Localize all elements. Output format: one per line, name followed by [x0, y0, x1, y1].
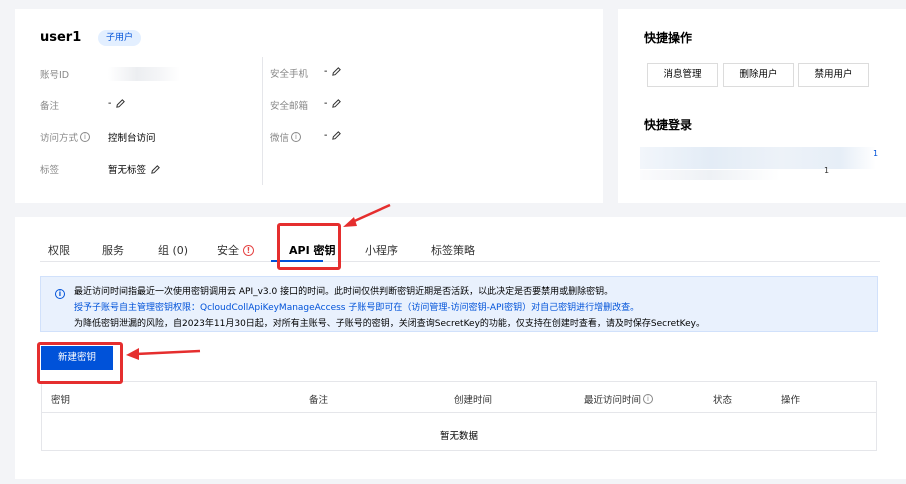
notice-line-3: 为降低密钥泄漏的风险，自2023年11月30日起，对所有主账号、子账号的密钥，关…: [74, 319, 705, 329]
wechat-value: -: [324, 130, 342, 141]
info-icon[interactable]: i: [291, 132, 302, 142]
tags-text: 暂无标签: [108, 165, 147, 176]
annotation-arrow-icon: [126, 348, 201, 360]
wechat-label: 微信 i: [270, 130, 302, 144]
tab-security-label: 安全: [217, 244, 239, 257]
column-divider: [262, 57, 263, 185]
tags-label: 标签: [40, 165, 60, 176]
column-header-last-access: 最近访问时间 i: [584, 392, 654, 406]
quick-login-link[interactable]: [640, 147, 876, 169]
empty-state-text: 暂无数据: [439, 431, 478, 442]
info-icon[interactable]: i: [643, 394, 654, 404]
security-phone-value: -: [324, 66, 342, 77]
account-id-value: [108, 67, 180, 81]
edit-tags-pencil-icon[interactable]: [150, 164, 161, 175]
tab-mini-program[interactable]: 小程序: [365, 242, 398, 258]
wechat-label-text: 微信: [270, 133, 290, 144]
tab-services[interactable]: 服务: [102, 242, 124, 258]
notice-line-2[interactable]: 授予子账号自主管理密钥权限：QcloudCollApiKeyManageAcce…: [74, 300, 639, 313]
quick-login-fragment-2: 1: [824, 166, 830, 175]
notice-line-1: 最近访问时间指最近一次使用密钥调用云 API_v3.0 接口的时间。此时间仅供判…: [74, 287, 614, 297]
username: user1: [40, 30, 82, 45]
column-header-actions: 操作: [781, 395, 801, 406]
user-info-card: user1 子用户 账号ID 备注 - 访问方式 i 控制台访问 标签 暂无标签…: [15, 9, 603, 203]
security-email-text: -: [324, 98, 328, 109]
account-id-label: 账号ID: [40, 70, 70, 81]
column-header-last-access-text: 最近访问时间: [584, 395, 642, 406]
message-management-button[interactable]: 消息管理: [647, 63, 718, 87]
tags-value: 暂无标签: [108, 162, 161, 176]
access-method-label: 访问方式 i: [40, 130, 91, 144]
edit-phone-pencil-icon[interactable]: [331, 66, 342, 77]
delete-user-button[interactable]: 删除用户: [723, 63, 794, 87]
tab-groups[interactable]: 组 (0): [158, 242, 188, 258]
access-method-value: 控制台访问: [108, 133, 156, 144]
subuser-badge: 子用户: [98, 30, 142, 46]
info-icon: i: [55, 289, 65, 299]
api-keys-table: 密钥 备注 创建时间 最近访问时间 i 状态 操作 暂无数据: [41, 381, 877, 451]
quick-login-title: 快捷登录: [644, 118, 693, 132]
annotation-box-create-button: [37, 342, 123, 384]
annotation-arrow-icon: [343, 203, 391, 227]
tab-bar: 权限 服务 组 (0) 安全 ! API 密钥 小程序 标签策略: [40, 237, 880, 262]
security-email-value: -: [324, 98, 342, 109]
tab-permissions[interactable]: 权限: [48, 242, 70, 258]
column-header-status: 状态: [713, 395, 733, 406]
wechat-text: -: [324, 130, 328, 141]
remark-text: -: [108, 98, 112, 109]
security-phone-text: -: [324, 66, 328, 77]
info-notice: i 最近访问时间指最近一次使用密钥调用云 API_v3.0 接口的时间。此时间仅…: [40, 276, 878, 332]
tab-tag-policy[interactable]: 标签策略: [431, 242, 475, 258]
edit-email-pencil-icon[interactable]: [331, 98, 342, 109]
security-email-label: 安全邮箱: [270, 101, 309, 112]
security-phone-label: 安全手机: [270, 69, 309, 80]
quick-actions-title: 快捷操作: [644, 31, 693, 45]
annotation-box-api-tab: [277, 223, 341, 270]
disable-user-button[interactable]: 禁用用户: [798, 63, 869, 87]
quick-login-subtext: [640, 170, 780, 180]
access-method-label-text: 访问方式: [40, 133, 79, 144]
edit-wechat-pencil-icon[interactable]: [331, 130, 342, 141]
column-header-remark: 备注: [309, 395, 329, 406]
header-divider: [42, 412, 876, 413]
warning-icon: !: [243, 244, 254, 256]
info-icon[interactable]: i: [80, 132, 91, 142]
column-header-key: 密钥: [51, 395, 71, 406]
tab-security[interactable]: 安全 !: [217, 242, 254, 258]
remark-label: 备注: [40, 101, 60, 112]
quick-actions-card: 快捷操作 消息管理 删除用户 禁用用户 快捷登录 1 1: [618, 9, 906, 203]
column-header-created-time: 创建时间: [454, 395, 493, 406]
quick-login-fragment: 1: [873, 149, 879, 158]
remark-value: -: [108, 98, 126, 109]
edit-remark-pencil-icon[interactable]: [115, 98, 126, 109]
